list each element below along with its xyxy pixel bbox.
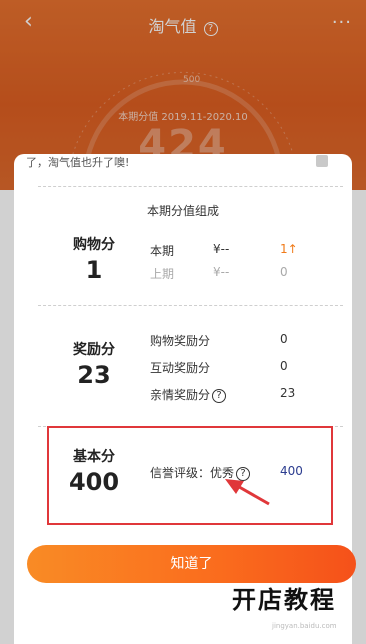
current-period-amount: ¥-- [213, 242, 230, 256]
family-reward-label: 亲情奖励分 [150, 388, 211, 402]
last-period-label: 上期 [150, 267, 175, 281]
breakdown-title: 本期分值组成 [146, 204, 219, 218]
reward-score-value: 23 [77, 361, 111, 389]
notice-thumbnail-icon [316, 155, 328, 167]
family-reward-value: 23 [280, 386, 296, 400]
highlight-box [47, 426, 333, 525]
divider [38, 186, 343, 187]
watermark-text: 开店教程 [232, 586, 336, 614]
divider [38, 305, 343, 306]
last-period-amount: ¥-- [213, 265, 230, 279]
shopping-score-value: 1 [85, 256, 103, 284]
notice-text: 了，淘气值也升了噢! [26, 156, 130, 169]
watermark-url: jingyan.baidu.com [272, 622, 337, 630]
family-reward-item: 亲情奖励分? [150, 386, 227, 403]
current-period-label: 本期 [150, 244, 175, 258]
shopping-score-label: 购物分 [73, 237, 115, 253]
interaction-reward-value: 0 [280, 359, 288, 373]
help-icon[interactable]: ? [212, 389, 227, 403]
current-period-value: 1↑ [280, 242, 298, 256]
last-period-value: 0 [280, 265, 288, 279]
shopping-reward-label: 购物奖励分 [150, 334, 211, 348]
interaction-reward-label: 互动奖励分 [150, 361, 211, 375]
shopping-reward-value: 0 [280, 332, 288, 346]
got-it-button[interactable]: 知道了 [27, 545, 356, 583]
reward-score: 奖励分 23 [34, 339, 154, 389]
reward-score-label: 奖励分 [73, 342, 115, 358]
shopping-score: 购物分 1 [34, 234, 154, 284]
